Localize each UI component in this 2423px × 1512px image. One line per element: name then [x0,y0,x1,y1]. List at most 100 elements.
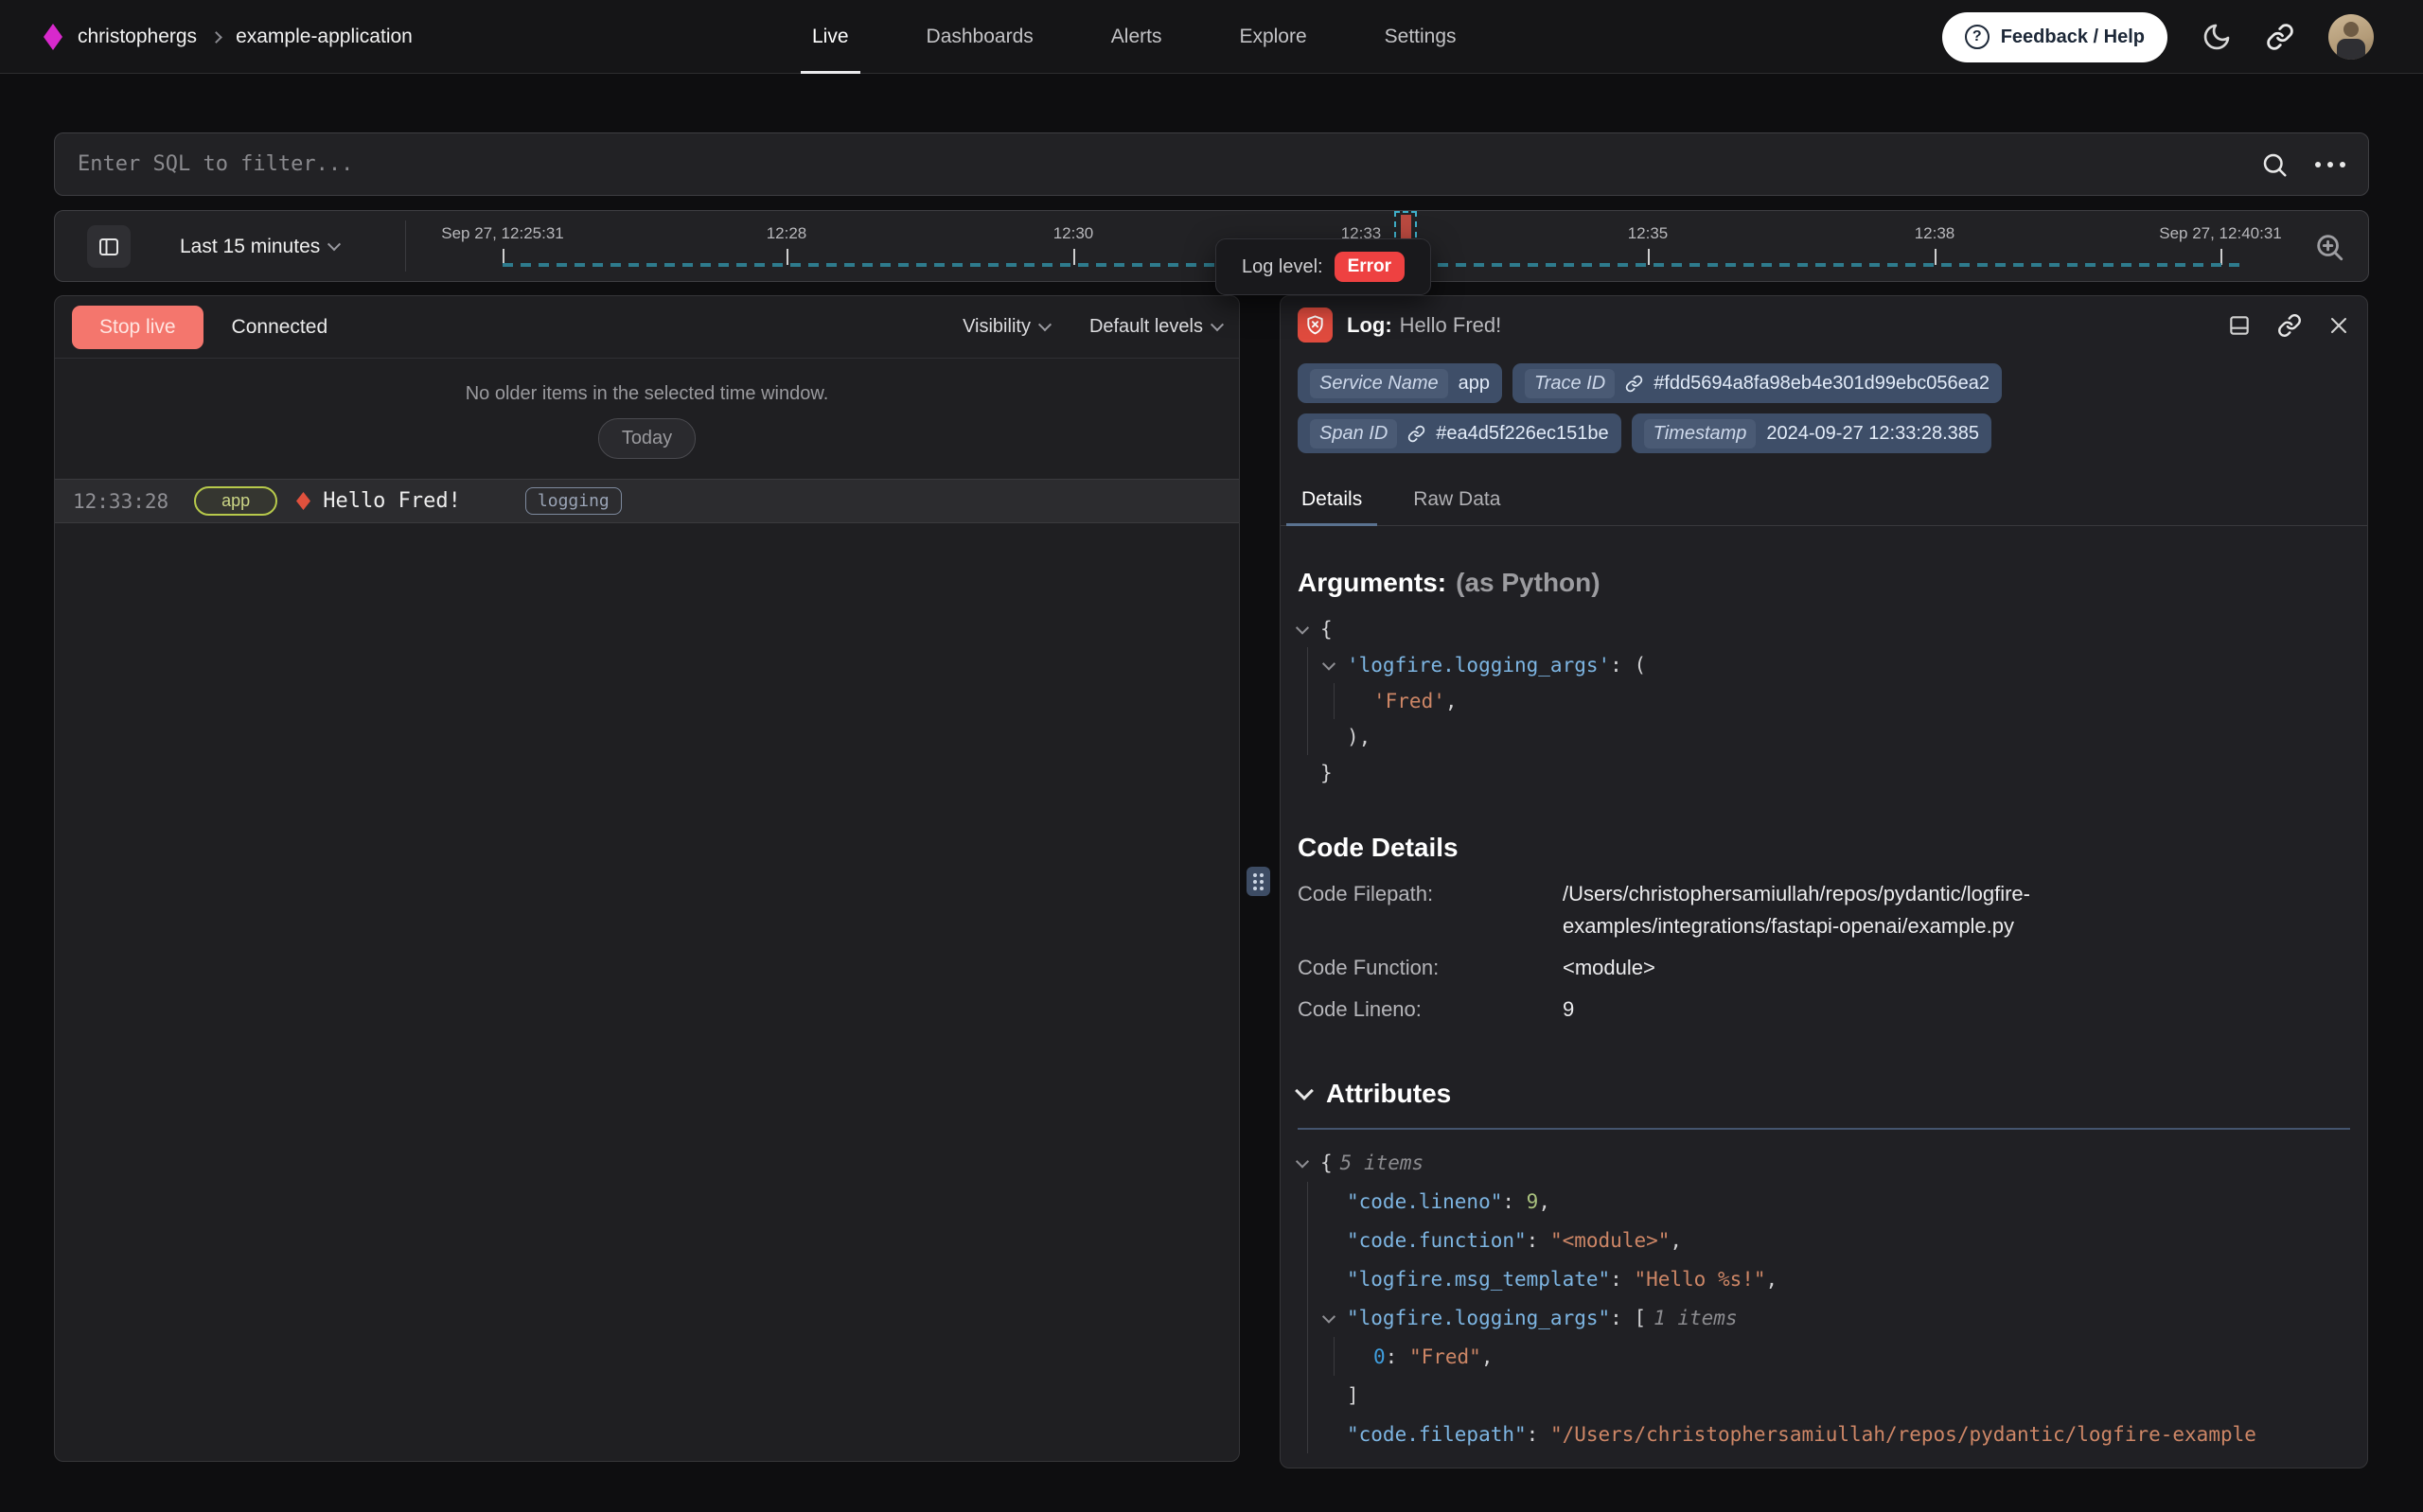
detail-title-prefix: Log: [1347,313,1392,337]
timestamp-badge: Timestamp 2024-09-27 12:33:28.385 [1632,413,1991,453]
error-level-diamond-icon [296,492,310,510]
attributes-header[interactable]: Attributes [1298,1079,2350,1109]
kv-label: Code Lineno: [1298,993,1563,1026]
visibility-dropdown[interactable]: Visibility [963,316,1050,338]
code-token-punc: : [ [1610,1307,1646,1329]
detail-title: Log:Hello Fred! [1347,313,1501,338]
code-tree-line: "logfire.msg_template": "Hello %s!", [1298,1259,2350,1298]
link-icon [1625,375,1643,393]
code-token-key: "code.lineno" [1347,1190,1502,1213]
close-panel-button[interactable] [2327,314,2350,337]
collapse-chevron-icon[interactable] [1298,1158,1320,1168]
tab-settings[interactable]: Settings [1385,0,1457,74]
default-levels-dropdown[interactable]: Default levels [1089,316,1222,338]
panel-left-icon [97,236,120,258]
code-token-meta: 1 items [1654,1307,1738,1329]
time-range-label: Last 15 minutes [180,236,320,258]
panel-resize-handle[interactable] [1247,867,1270,896]
chevron-down-icon [327,237,341,251]
moon-icon [2202,22,2232,52]
code-tree-line: { [1298,611,2350,647]
badge-label: Timestamp [1644,419,1757,448]
arguments-heading: Arguments:(as Python) [1298,568,2350,598]
today-button[interactable]: Today [598,418,696,459]
attributes-code-tree: {5 items"code.lineno": 9,"code.function"… [1298,1143,2350,1453]
feedback-help-label: Feedback / Help [2001,26,2145,48]
code-token-punc: , [1445,690,1458,712]
time-range-dropdown[interactable]: Last 15 minutes [180,211,339,283]
topbar-actions: ? Feedback / Help [1942,0,2374,74]
indent-guide [1334,683,1360,719]
code-token-punc: } [1320,762,1333,784]
more-options-icon[interactable] [2315,162,2345,167]
log-row-message: Hello Fred! [323,489,461,513]
code-token-key: 'logfire.logging_args' [1347,654,1610,677]
live-panel-header: Stop live Connected Visibility Default l… [55,296,1239,359]
span-id-badge[interactable]: Span ID #ea4d5f226ec151be [1298,413,1621,453]
code-token-str: "Fred" [1409,1345,1481,1368]
collapse-chevron-icon[interactable] [1295,1081,1314,1100]
code-token-punc: , [1766,1268,1778,1291]
share-link-button[interactable] [2266,23,2294,51]
live-logs-panel: Stop live Connected Visibility Default l… [54,295,1240,1462]
tab-live[interactable]: Live [812,0,849,74]
badge-value: #fdd5694a8fa98eb4e301d99ebc056ea2 [1654,373,1990,395]
sql-filter-input[interactable] [78,152,2260,176]
log-row[interactable]: 12:33:28 app Hello Fred! logging [55,479,1239,523]
tab-alerts[interactable]: Alerts [1111,0,1162,74]
code-token-meta: 5 items [1340,1152,1424,1174]
collapse-chevron-icon[interactable] [1324,1313,1347,1323]
code-token-punc: , [1538,1190,1550,1213]
code-details-table: Code Filepath: /Users/christophersamiull… [1298,878,2350,1026]
indent-guide [1307,1259,1334,1298]
link-icon [2277,313,2302,338]
arguments-code-tree: {'logfire.logging_args': ('Fred',),} [1298,611,2350,791]
code-lineno-row: Code Lineno: 9 [1298,993,2350,1026]
log-row-time: 12:33:28 [73,490,168,513]
timeline-tick-end: Sep 27, 12:40:31 [2126,224,2315,243]
code-token-punc: ] [1347,1384,1359,1407]
tab-explore[interactable]: Explore [1239,0,1306,74]
badge-value: #ea4d5f226ec151be [1436,423,1608,445]
tab-raw-data[interactable]: Raw Data [1409,477,1504,525]
badge-label: Trace ID [1525,369,1615,398]
tab-details[interactable]: Details [1298,477,1366,525]
trace-id-badge[interactable]: Trace ID #fdd5694a8fa98eb4e301d99ebc056e… [1512,363,2002,403]
zoom-in-button[interactable] [2306,223,2353,271]
breadcrumb-org[interactable]: christophergs [78,26,197,48]
close-icon [2327,314,2350,337]
code-tree-line: 0: "Fred", [1298,1337,2350,1376]
tooltip-label: Log level: [1242,256,1323,278]
code-token-punc: : [1502,1190,1526,1213]
stop-live-button[interactable]: Stop live [72,306,203,349]
logfire-logo-icon[interactable] [44,24,62,50]
copy-link-button[interactable] [2277,313,2302,338]
dark-mode-toggle[interactable] [2202,22,2232,52]
code-token-punc: ), [1347,726,1371,748]
breadcrumb-project[interactable]: example-application [236,26,413,48]
code-tree-line: "logfire.logging_args": [ 1 items [1298,1298,2350,1337]
main-nav: Live Dashboards Alerts Explore Settings [812,0,1457,74]
user-avatar[interactable] [2328,14,2374,60]
timeline-tick: 12:28 [692,224,881,243]
collapse-chevron-icon[interactable] [1324,660,1347,670]
code-tree-line: "code.filepath": "/Users/christophersami… [1298,1415,2350,1453]
sidebar-toggle-button[interactable] [87,225,131,268]
code-token-punc: : [1527,1229,1550,1252]
breadcrumb-chevron-icon [210,31,222,44]
tab-dashboards[interactable]: Dashboards [927,0,1034,74]
code-token-key: "logfire.logging_args" [1347,1307,1610,1329]
attributes-divider [1298,1128,2350,1130]
timebar-divider [405,220,406,272]
feedback-help-button[interactable]: ? Feedback / Help [1942,12,2167,62]
collapse-chevron-icon[interactable] [1298,624,1320,634]
topbar: christophergs example-application Live D… [0,0,2423,74]
dock-panel-button[interactable] [2227,313,2252,338]
code-token-idx: 0 [1373,1345,1386,1368]
code-tree-line: "code.lineno": 9, [1298,1182,2350,1221]
search-icon[interactable] [2260,150,2289,179]
code-tree-line: 'Fred', [1298,683,2350,719]
log-detail-panel: Log:Hello Fred! Service Name app Trace I… [1280,295,2368,1468]
badge-value: 2024-09-27 12:33:28.385 [1766,423,1979,445]
code-token-str: "/Users/christophersamiullah/repos/pydan… [1550,1423,2256,1446]
